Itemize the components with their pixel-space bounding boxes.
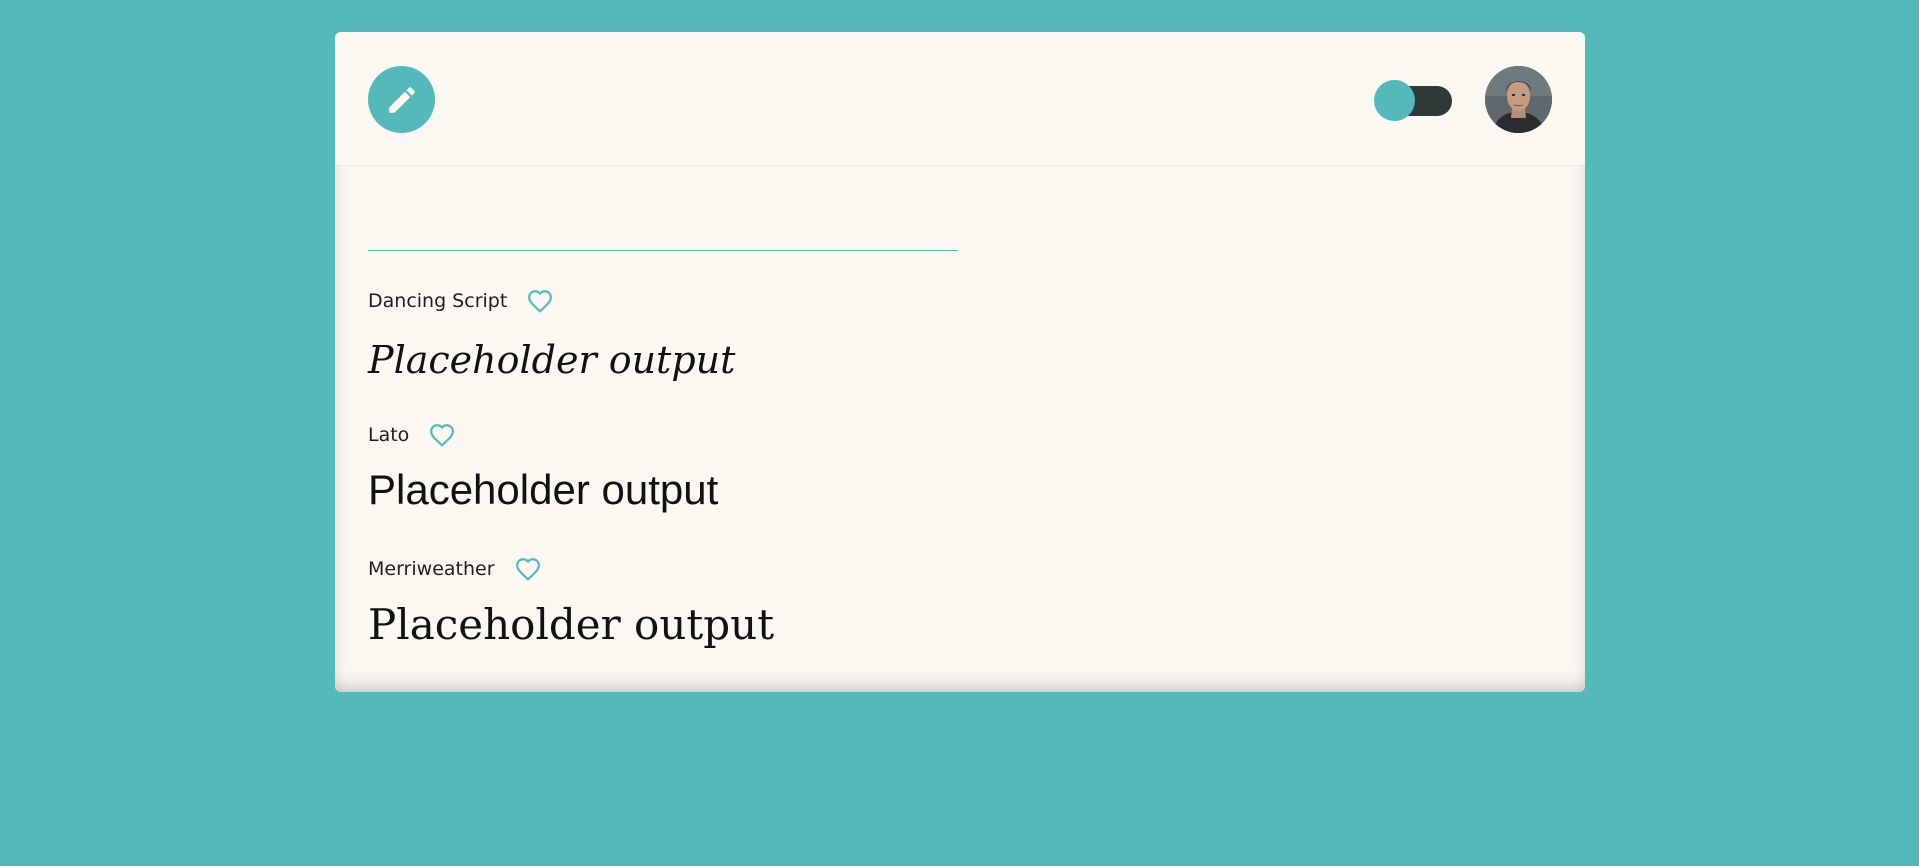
- font-name-label: Lato: [368, 424, 410, 446]
- edit-button[interactable]: [368, 66, 435, 133]
- font-item-header: Lato: [368, 422, 455, 448]
- theme-toggle[interactable]: [1374, 80, 1452, 121]
- pencil-icon: [388, 86, 415, 113]
- font-item-merriweather: Merriweather Placeholder output: [368, 556, 774, 649]
- user-avatar[interactable]: [1485, 66, 1552, 133]
- main-card: Dancing Script Placeholder output Lato P…: [335, 32, 1585, 692]
- font-item-lato: Lato Placeholder output: [368, 422, 718, 513]
- toggle-knob: [1374, 80, 1415, 121]
- font-name-label: Dancing Script: [368, 290, 508, 312]
- font-sample-output: Placeholder output: [368, 466, 719, 513]
- header-bar: [335, 32, 1585, 166]
- sample-text-input[interactable]: [368, 216, 958, 251]
- heart-outline-icon[interactable]: [515, 557, 541, 581]
- content-area: Dancing Script Placeholder output Lato P…: [335, 166, 1585, 692]
- font-item-dancing-script: Dancing Script Placeholder output: [368, 288, 735, 382]
- font-sample-output: Placeholder output: [368, 338, 736, 382]
- heart-outline-icon[interactable]: [429, 423, 455, 447]
- heart-outline-icon[interactable]: [527, 289, 553, 313]
- font-item-header: Dancing Script: [368, 288, 553, 314]
- font-sample-output: Placeholder output: [368, 600, 775, 649]
- font-name-label: Merriweather: [368, 558, 495, 580]
- font-item-header: Merriweather: [368, 556, 541, 582]
- avatar-image: [1485, 66, 1552, 133]
